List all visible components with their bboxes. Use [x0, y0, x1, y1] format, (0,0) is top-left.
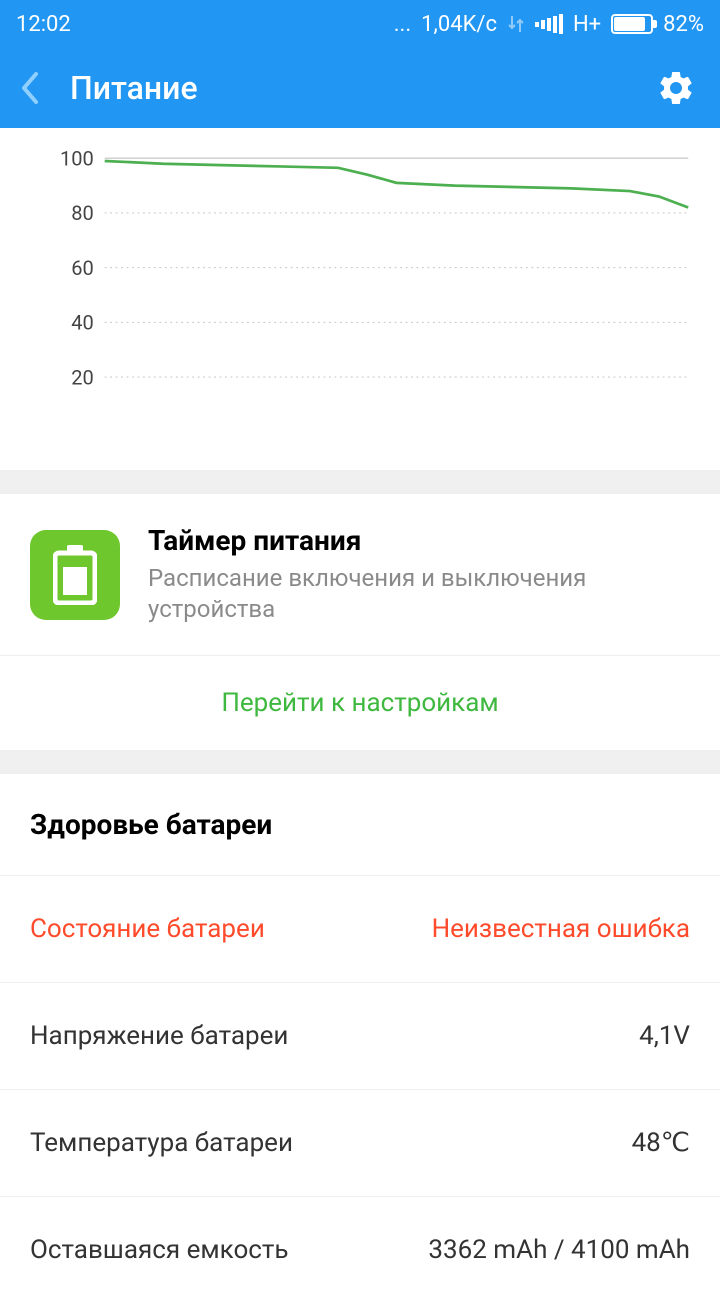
status-time: 12:02: [16, 12, 71, 37]
health-row[interactable]: Состояние батареи Неизвестная ошибка: [0, 875, 720, 982]
health-row-value: 3362 mAh / 4100 mAh: [428, 1235, 690, 1265]
battery-history-chart[interactable]: 20 40 60 80 100: [0, 130, 720, 470]
separator: [0, 470, 720, 494]
svg-text:40: 40: [71, 311, 94, 335]
gear-icon: [656, 68, 696, 108]
content-area: История 20406080100: [0, 108, 720, 470]
health-row[interactable]: Напряжение батареи 4,1V: [0, 982, 720, 1089]
svg-text:100: 100: [60, 147, 94, 171]
data-arrows-icon: [507, 14, 525, 34]
health-row-label: Состояние батареи: [30, 914, 265, 944]
battery-health-header: Здоровье батареи: [0, 774, 720, 875]
separator: [0, 750, 720, 774]
power-timer-row[interactable]: Таймер питания Расписание включения и вы…: [0, 494, 720, 655]
svg-text:60: 60: [71, 256, 94, 280]
health-row-value: 48℃: [632, 1128, 690, 1158]
app-header: Питание: [0, 48, 720, 128]
health-row-label: Напряжение батареи: [30, 1021, 288, 1051]
battery-percent: 82%: [663, 12, 704, 37]
data-speed: 1,04K/c: [421, 12, 497, 37]
health-row-label: Оставшаяся емкость: [30, 1235, 289, 1265]
svg-text:20: 20: [71, 365, 94, 389]
svg-text:80: 80: [71, 201, 94, 225]
more-dots-icon: ...: [394, 12, 411, 37]
health-row-value: 4,1V: [639, 1021, 690, 1051]
settings-button[interactable]: [656, 68, 696, 108]
health-row-value: Неизвестная ошибка: [432, 914, 690, 944]
status-bar: 12:02 ... 1,04K/c H+ 82%: [0, 0, 720, 48]
status-indicators: ... 1,04K/c H+ 82%: [394, 12, 704, 37]
page-title: Питание: [70, 69, 198, 107]
battery-timer-icon: [30, 530, 120, 620]
health-row[interactable]: Температура батареи 48℃: [0, 1089, 720, 1196]
signal-icon: [535, 14, 563, 34]
battery-icon: [611, 14, 653, 34]
health-row[interactable]: Оставшаяся емкость 3362 mAh / 4100 mAh: [0, 1196, 720, 1303]
back-button[interactable]: [20, 70, 60, 106]
timer-subtitle: Расписание включения и выключения устрой…: [148, 563, 690, 625]
network-type: H+: [573, 12, 601, 37]
health-row-label: Температура батареи: [30, 1128, 293, 1158]
chart-svg: 20 40 60 80 100: [0, 140, 720, 450]
timer-text: Таймер питания Расписание включения и вы…: [148, 524, 690, 625]
go-to-settings-button[interactable]: Перейти к настройкам: [0, 655, 720, 750]
timer-title: Таймер питания: [148, 524, 690, 557]
